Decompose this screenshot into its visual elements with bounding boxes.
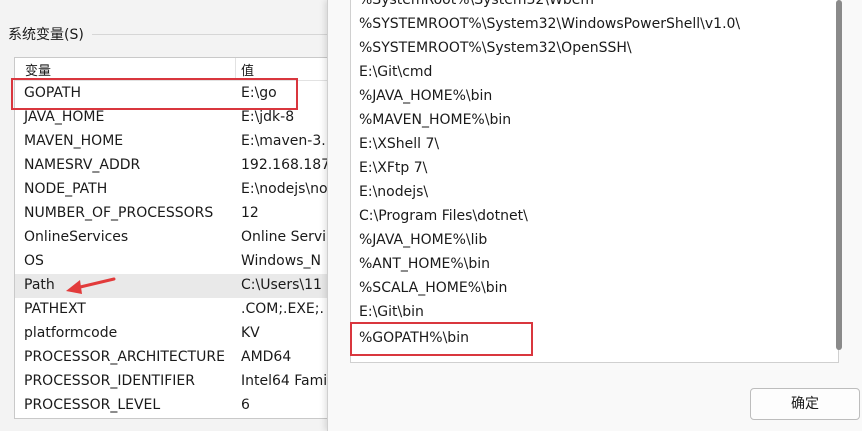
variable-name: PROCESSOR_LEVEL xyxy=(24,397,161,413)
path-entry[interactable]: %ANT_HOME%\bin xyxy=(359,252,490,276)
column-header-value[interactable]: 值 xyxy=(241,60,254,79)
ok-button[interactable]: 确定 xyxy=(750,388,860,420)
path-entry[interactable]: %SystemRoot%\System32\Wbem xyxy=(359,0,594,12)
path-entry[interactable]: %JAVA_HOME%\bin xyxy=(359,84,492,108)
variable-name: OnlineServices xyxy=(24,229,129,245)
variable-value: E:\nodejs\no xyxy=(241,181,328,197)
edit-path-dialog: %SystemRoot%\System32\Wbem %SYSTEMROOT%\… xyxy=(327,0,862,431)
table-row[interactable]: PATHEXT .COM;.EXE;. xyxy=(15,298,333,322)
annotation-arrow-icon xyxy=(66,277,116,294)
variable-value: AMD64 xyxy=(241,349,292,365)
table-row[interactable]: NODE_PATH E:\nodejs\no xyxy=(15,178,333,202)
table-row[interactable]: OS Windows_N xyxy=(15,250,333,274)
variable-name: MAVEN_HOME xyxy=(24,133,124,149)
path-entry[interactable]: C:\Program Files\dotnet\ xyxy=(359,204,528,228)
variable-value: .COM;.EXE;. xyxy=(241,301,324,317)
table-row[interactable]: NAMESRV_ADDR 192.168.187 xyxy=(15,154,333,178)
table-row[interactable]: OnlineServices Online Servi xyxy=(15,226,333,250)
variable-value: Windows_N xyxy=(241,253,321,269)
table-row[interactable]: MAVEN_HOME E:\maven-3. xyxy=(15,130,333,154)
variable-value: C:\Users\11 xyxy=(241,277,322,293)
path-entry[interactable]: %SCALA_HOME%\bin xyxy=(359,276,507,300)
variable-name: OS xyxy=(24,253,44,269)
table-row-selected[interactable]: Path C:\Users\11 xyxy=(15,274,333,298)
variable-value: KV xyxy=(241,325,260,341)
system-variables-table: 变量 值 GOPATH E:\go JAVA_HOME E:\jdk-8 MAV… xyxy=(14,57,333,419)
table-row[interactable]: PROCESSOR_ARCHITECTURE AMD64 xyxy=(15,346,333,370)
path-entry[interactable]: E:\XFtp 7\ xyxy=(359,156,427,180)
table-row[interactable]: PROCESSOR_IDENTIFIER Intel64 Fami xyxy=(15,370,333,394)
variable-value: 6 xyxy=(241,397,250,413)
path-entry[interactable]: E:\Git\cmd xyxy=(359,60,432,84)
variable-value: 192.168.187 xyxy=(241,157,331,173)
column-header-variable[interactable]: 变量 xyxy=(25,60,51,79)
path-entry[interactable]: %JAVA_HOME%\lib xyxy=(359,228,487,252)
section-divider xyxy=(92,34,332,35)
gopath-bin-highlight-box xyxy=(350,322,533,356)
path-entry[interactable]: E:\Git\bin xyxy=(359,300,424,324)
variable-name: platformcode xyxy=(24,325,118,341)
variable-name: PROCESSOR_IDENTIFIER xyxy=(24,373,195,389)
table-row[interactable]: PROCESSOR_LEVEL 6 xyxy=(15,394,333,418)
table-row[interactable]: NUMBER_OF_PROCESSORS 12 xyxy=(15,202,333,226)
table-row[interactable]: platformcode KV xyxy=(15,322,333,346)
gopath-highlight-box xyxy=(11,78,298,110)
path-entry[interactable]: E:\nodejs\ xyxy=(359,180,428,204)
path-entry[interactable]: E:\XShell 7\ xyxy=(359,132,439,156)
system-variables-label: 系统变量(S) xyxy=(8,27,84,43)
path-entries-list: %SystemRoot%\System32\Wbem %SYSTEMROOT%\… xyxy=(350,0,839,363)
variable-name: NUMBER_OF_PROCESSORS xyxy=(24,205,214,221)
system-variables-window: 系统变量(S) 变量 值 GOPATH E:\go JAVA_HOME E:\j… xyxy=(0,0,333,431)
variable-value: E:\jdk-8 xyxy=(241,109,295,125)
variable-name: NAMESRV_ADDR xyxy=(24,157,141,173)
variable-name: Path xyxy=(24,277,55,293)
path-entry[interactable]: %MAVEN_HOME%\bin xyxy=(359,108,511,132)
variable-value: Online Servi xyxy=(241,229,327,245)
variable-name: PROCESSOR_ARCHITECTURE xyxy=(24,349,225,365)
variable-value: E:\maven-3. xyxy=(241,133,326,149)
variable-name: PATHEXT xyxy=(24,301,86,317)
variable-value: 12 xyxy=(241,205,259,221)
variable-name: NODE_PATH xyxy=(24,181,108,197)
column-separator xyxy=(235,58,236,80)
variable-name: JAVA_HOME xyxy=(24,109,105,125)
variable-value: Intel64 Fami xyxy=(241,373,328,389)
scrollbar-thumb[interactable] xyxy=(836,0,842,350)
path-entry[interactable]: %SYSTEMROOT%\System32\WindowsPowerShell\… xyxy=(359,12,740,36)
path-entry[interactable]: %SYSTEMROOT%\System32\OpenSSH\ xyxy=(359,36,632,60)
